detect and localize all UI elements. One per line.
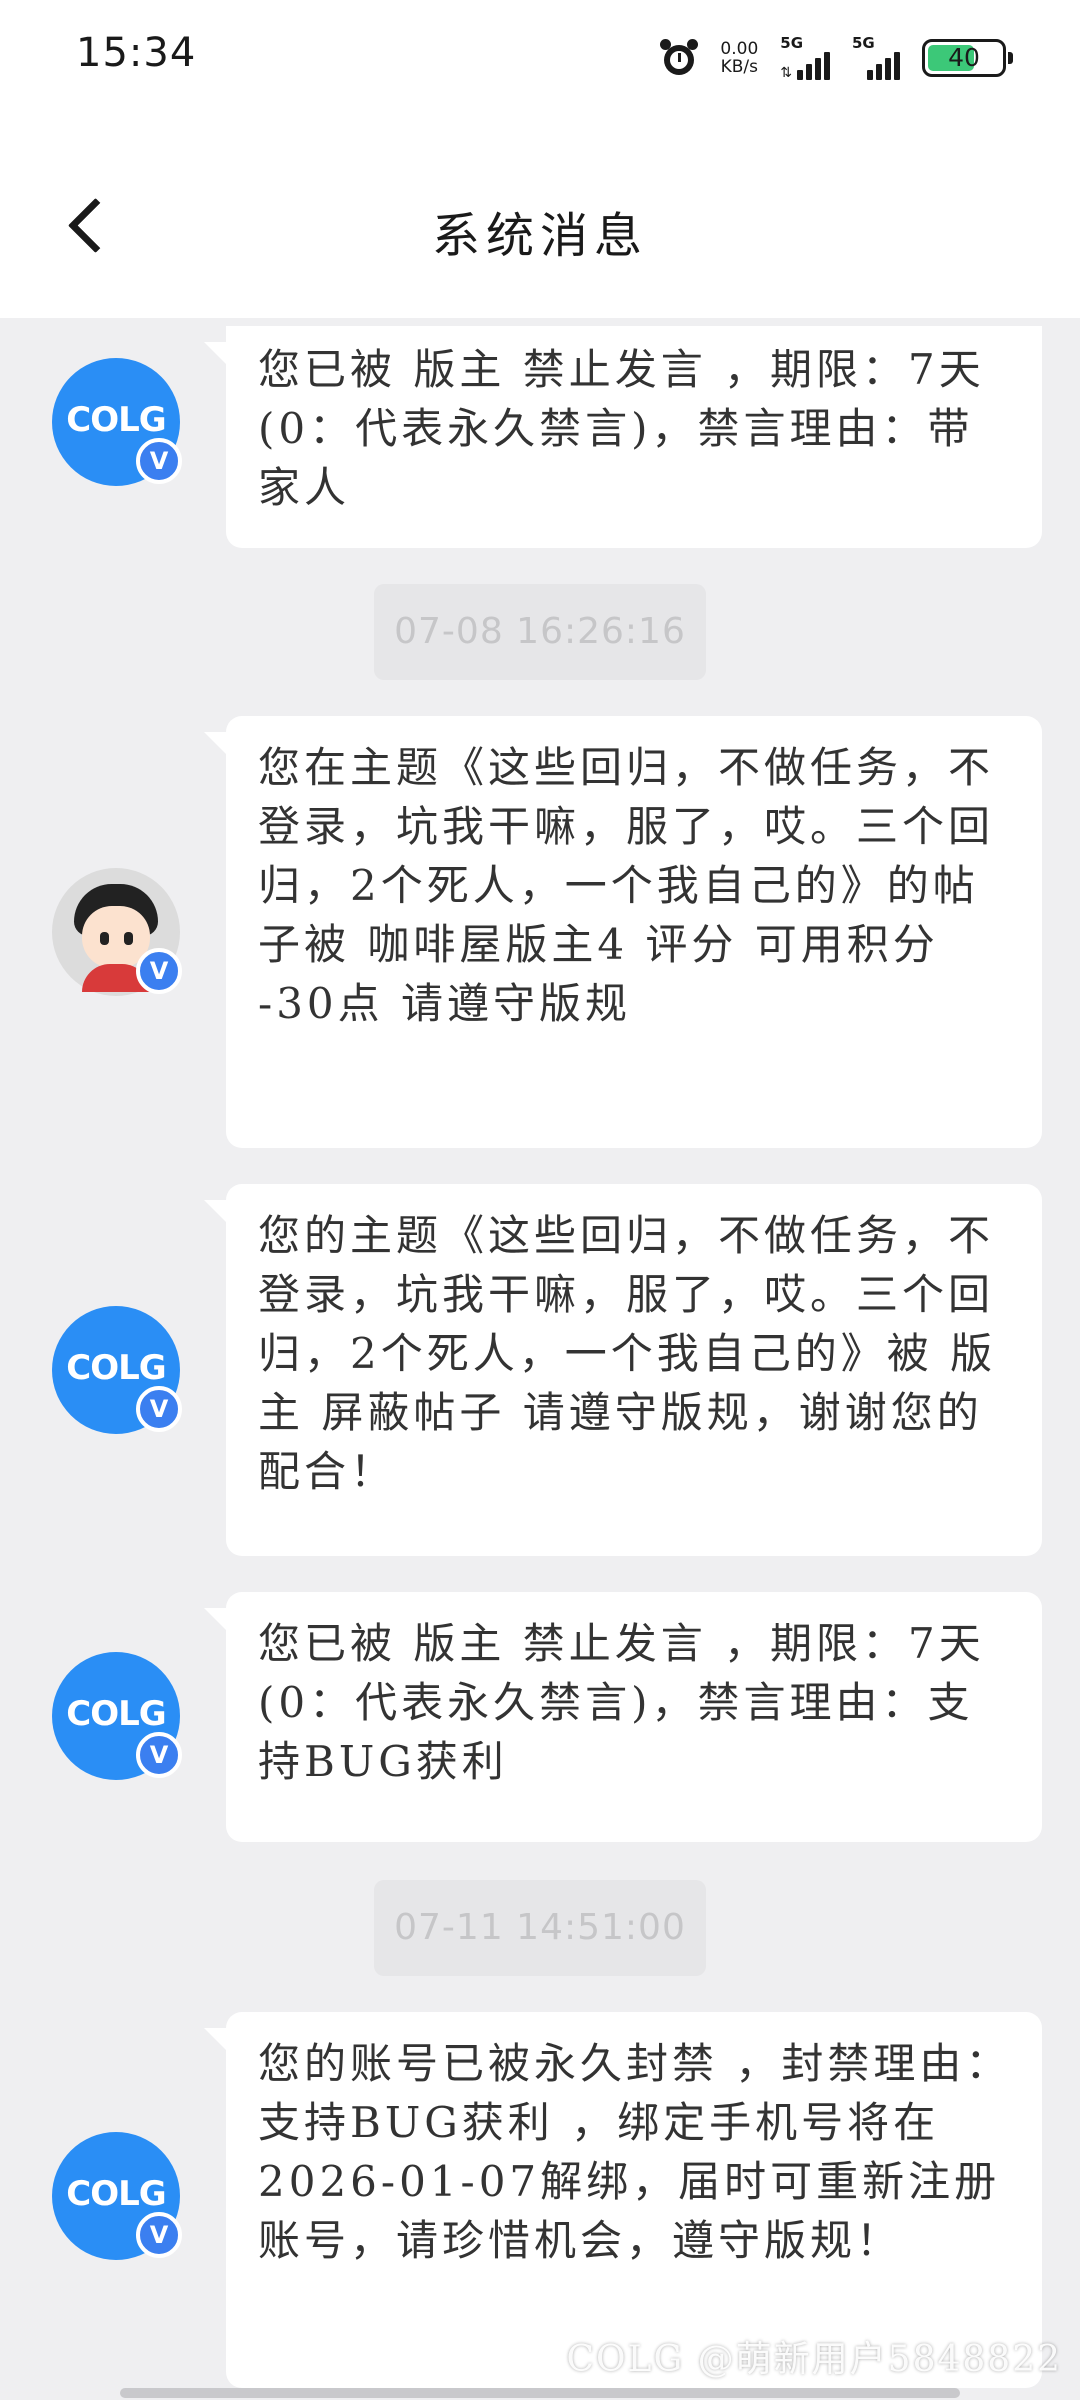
signal-icon-sim2: 5G [852, 34, 900, 80]
sim2-label: 5G [852, 34, 875, 52]
page-title: 系统消息 [431, 208, 648, 264]
network-speed-value: 0.00 [720, 39, 759, 59]
verified-badge-icon: V [136, 1732, 182, 1778]
colg-logo-icon: COLG [66, 2174, 166, 2214]
home-indicator[interactable] [120, 2388, 960, 2398]
avatar[interactable]: COLG V [52, 358, 182, 486]
network-speed: 0.00 KB/s [720, 40, 758, 76]
colg-logo-icon: COLG [66, 1694, 166, 1734]
timestamp-chip: 07-08 16:26:16 [374, 584, 706, 680]
status-icons: 0.00 KB/s 5G ⇅ 5G 40 [660, 34, 1013, 82]
verified-badge-icon: V [136, 438, 182, 484]
message-bubble: 您已被 版主 禁止发言 ，期限：7天(0：代表永久禁言)，禁言理由：带家人 [204, 326, 1042, 548]
avatar[interactable]: COLG V [52, 1652, 182, 1780]
avatar[interactable]: COLG V [52, 1306, 182, 1434]
battery-level: 40 [948, 43, 980, 72]
message-bubble: 您的主题《这些回归，不做任务，不登录，坑我干嘛，服了，哎。三个回归，2个死人，一… [204, 1184, 1042, 1556]
sim1-label: 5G [780, 34, 804, 52]
alarm-icon [660, 39, 699, 77]
avatar[interactable]: V [52, 868, 182, 996]
timestamp-chip: 07-11 14:51:00 [374, 1880, 706, 1976]
status-time: 15:34 [76, 30, 197, 76]
message-bubble: 您在主题《这些回归，不做任务，不登录，坑我干嘛，服了，哎。三个回归，2个死人，一… [204, 716, 1042, 1148]
top-bar: 15:34 0.00 KB/s 5G ⇅ 5G 40 系统消息 [0, 0, 1080, 318]
colg-logo-icon: COLG [66, 400, 166, 440]
message-bubble: 您已被 版主 禁止发言 ，期限：7天(0：代表永久禁言)，禁言理由：支持BUG获… [204, 1592, 1042, 1842]
avatar[interactable]: COLG V [52, 2132, 182, 2260]
signal-icon-sim1: 5G ⇅ [780, 34, 830, 81]
colg-logo-icon: COLG [66, 1348, 166, 1388]
verified-badge-icon: V [136, 2212, 182, 2258]
verified-badge-icon: V [136, 1386, 182, 1432]
verified-badge-icon: V [136, 948, 182, 994]
data-arrows-icon: ⇅ [780, 65, 792, 81]
watermark: COLG @萌新用户5848822 [566, 2339, 1062, 2380]
battery-icon: 40 [922, 39, 1013, 77]
network-speed-unit: KB/s [720, 57, 759, 77]
